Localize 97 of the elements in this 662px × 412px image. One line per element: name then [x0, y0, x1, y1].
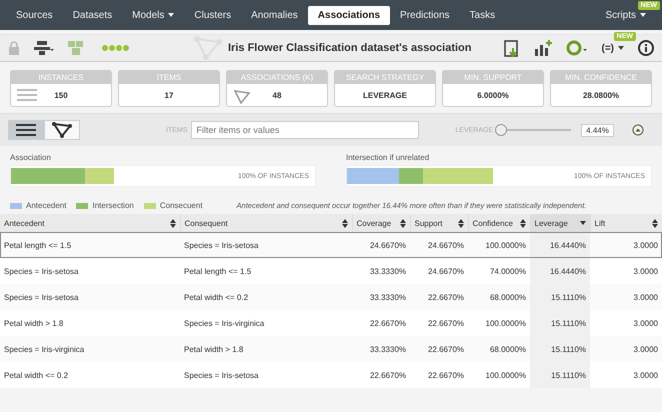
table-cell: 24.6670%	[410, 232, 468, 258]
column-header[interactable]: Coverage	[352, 214, 410, 232]
sort-icon	[170, 218, 176, 228]
table-cell: 100.0000%	[468, 310, 530, 336]
list-icon	[17, 89, 37, 101]
table-cell: 15.1110%	[530, 310, 590, 336]
stat-value: LEVERAGE	[362, 91, 407, 100]
table-row[interactable]: Petal width > 1.8 Species = Iris-virginica 22.6670% 22.6670% 100.0000% 15.1110% 3.0000	[0, 310, 662, 336]
table-cell: Species = Iris-setosa	[0, 284, 180, 310]
table-cell: 15.1110%	[530, 336, 590, 362]
sort-icon	[400, 218, 406, 228]
table-cell: 3.0000	[590, 258, 662, 284]
column-header[interactable]: Leverage	[530, 214, 590, 232]
table-cell: Petal width <= 0.2	[0, 362, 180, 388]
table-cell: Species = Iris-setosa	[180, 232, 352, 258]
table-cell: Species = Iris-virginica	[180, 310, 352, 336]
sort-icon	[652, 218, 658, 228]
table-row[interactable]: Petal length <= 1.5 Species = Iris-setosa 24.6670% 24.6670% 100.0000% 16.4440% 3.0000	[0, 232, 662, 258]
filter-field[interactable]: Filter items or values	[191, 121, 420, 139]
table-row[interactable]: Species = Iris-virginica Petal width > 1.8 33.3330% 22.6670% 68.0000% 15.1110% 3.0000	[0, 336, 662, 362]
nav-tab[interactable]: Tasks	[460, 6, 506, 24]
table-cell: 3.0000	[590, 232, 662, 258]
table-cell: 24.6670%	[410, 258, 468, 284]
list-view-button[interactable]	[8, 120, 44, 140]
table-row[interactable]: Species = Iris-setosa Petal length <= 1.5 33.3330% 24.6670% 74.0000% 16.4440% 3.0000	[0, 258, 662, 284]
info-icon[interactable]	[638, 40, 654, 56]
table-cell: Species = Iris-virginica	[0, 336, 180, 362]
table-cell: 68.0000%	[468, 284, 530, 310]
table-cell: Petal length <= 1.5	[0, 232, 180, 258]
table-cell: 16.4440%	[530, 258, 590, 284]
table-cell: Petal width <= 0.2	[180, 284, 352, 310]
column-header[interactable]: Support	[410, 214, 468, 232]
clipboard-icon[interactable]	[504, 39, 520, 57]
table-cell: Species = Iris-setosa	[180, 362, 352, 388]
table-cell: 33.3330%	[352, 258, 410, 284]
bar-title: Intersection if unrelated	[346, 153, 430, 162]
table-cell: Species = Iris-setosa	[0, 258, 180, 284]
legend-label: Antecedent	[26, 201, 66, 210]
slider-thumb[interactable]	[494, 124, 507, 136]
table-cell: 100.0000%	[468, 232, 530, 258]
table-cell: 22.6670%	[410, 336, 468, 362]
table-cell: 3.0000	[590, 310, 662, 336]
association-title: Iris Flower Classification dataset's association	[228, 42, 472, 54]
column-header[interactable]: Confidence	[468, 214, 530, 232]
formula-menu[interactable]: (=)	[602, 42, 624, 54]
table-cell: 22.6670%	[410, 284, 468, 310]
sort-icon	[342, 218, 348, 228]
leverage-value: 4.44%	[581, 124, 614, 136]
table-cell: 22.6670%	[410, 362, 468, 388]
nav-tab[interactable]: Datasets	[62, 6, 122, 24]
table-cell: 15.1110%	[530, 284, 590, 310]
bar-chart-add-icon[interactable]	[534, 40, 552, 56]
stat-value: 6.0000%	[477, 91, 509, 100]
dots-icon	[102, 44, 130, 52]
table-cell: Petal length <= 1.5	[180, 258, 352, 284]
nav-tab[interactable]: Associations	[308, 6, 390, 24]
graph-view-button[interactable]	[44, 120, 80, 140]
bar-title: Association	[10, 153, 51, 162]
table-cell: 3.0000	[590, 336, 662, 362]
column-header[interactable]: Consequent	[180, 214, 352, 232]
legend-label: Consecuent	[160, 201, 203, 210]
table-cell: 16.4440%	[530, 232, 590, 258]
nav-tab[interactable]: Anomalies	[241, 6, 308, 24]
nav-tab[interactable]: Sources	[6, 6, 63, 24]
stat-value: 48	[272, 91, 282, 100]
legend-label: Intersection	[92, 201, 134, 210]
sort-icon	[520, 218, 526, 228]
nav-tab[interactable]: Clusters	[184, 6, 242, 24]
table-cell: 74.0000%	[468, 258, 530, 284]
sort-icon	[458, 218, 464, 228]
nav-tab[interactable]: Predictions	[390, 6, 460, 24]
stat-value: 28.0800%	[582, 91, 620, 100]
nav-tab[interactable]: Models	[122, 6, 184, 24]
stat-value: 150	[54, 91, 68, 100]
table-cell: 22.6670%	[352, 310, 410, 336]
caret-icon	[640, 12, 646, 17]
sort-desc-icon	[580, 221, 586, 225]
table-cell: 33.3330%	[352, 284, 410, 310]
table-cell: Petal width > 1.8	[180, 336, 352, 362]
table-cell: 15.1110%	[530, 362, 590, 388]
caret-icon	[618, 46, 624, 50]
column-header[interactable]: Lift	[590, 214, 662, 232]
table-cell: 33.3330%	[352, 336, 410, 362]
stat-value: 17	[164, 91, 174, 100]
table-cell: 22.6670%	[352, 362, 410, 388]
table-cell: 3.0000	[590, 362, 662, 388]
table-row[interactable]: Petal width <= 0.2 Species = Iris-setosa 22.6670% 22.6670% 100.0000% 15.1110% 3.0000	[0, 362, 662, 388]
column-header[interactable]: Antecedent	[0, 214, 180, 232]
table-cell: 68.0000%	[468, 336, 530, 362]
collapse-icon[interactable]	[632, 124, 644, 136]
list-icon	[16, 124, 36, 136]
table-row[interactable]: Species = Iris-setosa Petal width <= 0.2 33.3330% 22.6670% 68.0000% 15.1110% 3.0000	[0, 284, 662, 310]
table-cell: 24.6670%	[352, 232, 410, 258]
table-cell: Petal width > 1.8	[0, 310, 180, 336]
table-cell: 100.0000%	[468, 362, 530, 388]
table-cell: 3.0000	[590, 284, 662, 310]
table-cell: 22.6670%	[410, 310, 468, 336]
